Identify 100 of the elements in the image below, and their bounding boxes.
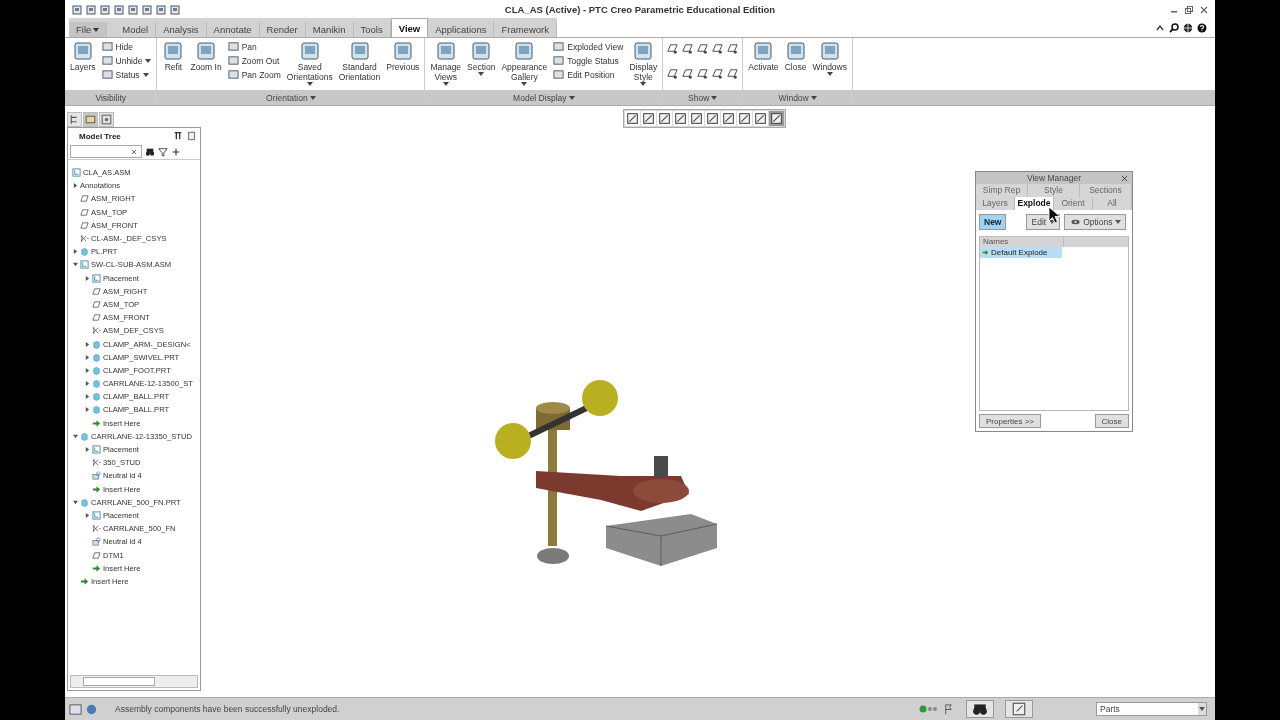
ribbon-button[interactable]: Previous: [384, 40, 422, 72]
restore-icon[interactable]: [1184, 4, 1194, 15]
view-tool-icon[interactable]: [673, 111, 688, 126]
expander-icon[interactable]: [72, 499, 78, 505]
ribbon-button[interactable]: Standard Orientation: [336, 40, 383, 82]
collapse-icon[interactable]: [1155, 23, 1165, 33]
toolbar-icon[interactable]: [99, 3, 111, 16]
ribbon-button[interactable]: Appearance Gallery: [499, 40, 550, 86]
expander-icon[interactable]: [84, 341, 90, 347]
group-label[interactable]: Show: [663, 90, 743, 105]
ribbon-button[interactable]: Activate: [746, 40, 781, 72]
ribbon-button[interactable]: Zoom In: [188, 40, 224, 72]
group-label[interactable]: Window: [743, 90, 852, 105]
toolbar-icon[interactable]: [71, 3, 83, 16]
select-box-icon[interactable]: [1005, 700, 1033, 718]
expander-icon[interactable]: [84, 381, 90, 387]
close-icon[interactable]: [1121, 174, 1128, 182]
expander-icon[interactable]: [84, 512, 90, 518]
ribbon-button[interactable]: Pan: [225, 40, 283, 53]
dialog-button[interactable]: New: [979, 214, 1007, 230]
expander-icon[interactable]: [72, 433, 78, 439]
globe-icon[interactable]: [1183, 23, 1193, 33]
expander-icon[interactable]: [72, 262, 78, 268]
group-label[interactable]: Visibility: [65, 90, 157, 105]
display-toggle-icon[interactable]: [711, 67, 725, 80]
view-tool-icon[interactable]: [705, 111, 720, 126]
expander-icon[interactable]: [72, 183, 78, 189]
ribbon-button[interactable]: Windows: [810, 40, 849, 76]
binoculars-icon[interactable]: [966, 700, 994, 718]
view-tool-icon[interactable]: [657, 111, 672, 126]
help-icon[interactable]: [1197, 23, 1207, 33]
expander-icon[interactable]: [84, 354, 90, 360]
ribbon-button[interactable]: Zoom Out: [225, 54, 283, 67]
dialog-button[interactable]: Close: [1094, 414, 1129, 428]
ribbon-button[interactable]: Close: [782, 40, 809, 72]
ribbon-button[interactable]: Display Style: [627, 40, 660, 86]
view-tool-icon[interactable]: [689, 111, 704, 126]
expander-icon[interactable]: [84, 447, 90, 453]
ribbon-tab[interactable]: Framework: [494, 22, 557, 37]
ribbon-button[interactable]: Status: [99, 68, 154, 81]
ribbon-button[interactable]: Pan Zoom: [225, 68, 283, 81]
page-icon[interactable]: [187, 131, 197, 141]
ribbon-tab[interactable]: Analysis: [156, 22, 207, 37]
view-tool-icon[interactable]: [753, 111, 768, 126]
display-toggle-icon[interactable]: [666, 42, 680, 55]
display-toggle-icon[interactable]: [726, 67, 740, 80]
display-toggle-icon[interactable]: [696, 42, 710, 55]
scrollbar[interactable]: [70, 675, 198, 688]
dialog-tab[interactable]: Explode: [1015, 197, 1054, 210]
display-toggle-icon[interactable]: [681, 67, 695, 80]
display-toggle-icon[interactable]: [666, 67, 680, 80]
expander-icon[interactable]: [72, 249, 78, 255]
folder-tab-icon[interactable]: [83, 112, 98, 127]
view-tool-icon[interactable]: [625, 111, 640, 126]
view-tool-icon[interactable]: [737, 111, 752, 126]
dialog-tab[interactable]: Sections: [1080, 184, 1132, 197]
ribbon-tab[interactable]: Model: [115, 22, 157, 37]
group-label[interactable]: Orientation: [157, 90, 425, 105]
expander-icon[interactable]: [84, 394, 90, 400]
ribbon-button[interactable]: Section: [465, 40, 498, 76]
plus-icon[interactable]: [171, 146, 181, 157]
search-icon[interactable]: [1169, 23, 1179, 33]
ribbon-button[interactable]: Layers: [68, 40, 98, 72]
ribbon-tab[interactable]: Manikin: [305, 22, 354, 37]
favorites-tab-icon[interactable]: [99, 112, 114, 127]
ribbon-tab[interactable]: File: [69, 22, 108, 37]
group-label[interactable]: Model Display: [425, 90, 663, 105]
toolbar-icon[interactable]: [141, 3, 153, 16]
view-tool-icon[interactable]: [721, 111, 736, 126]
list-item[interactable]: Default Explode: [980, 247, 1062, 258]
filter-icon[interactable]: [158, 146, 168, 157]
toolbar-icon[interactable]: [113, 3, 125, 16]
view-tool-icon[interactable]: [641, 111, 656, 126]
display-toggle-icon[interactable]: [726, 42, 740, 55]
expander-icon[interactable]: [84, 407, 90, 413]
ribbon-button[interactable]: Exploded View: [551, 40, 626, 53]
ribbon-tab[interactable]: View: [390, 18, 429, 37]
flag-icon[interactable]: [942, 702, 955, 716]
ribbon-tab[interactable]: Tools: [353, 22, 391, 37]
toolbar-icon[interactable]: [155, 3, 167, 16]
dialog-button[interactable]: Options: [1064, 214, 1127, 230]
expander-icon[interactable]: [84, 367, 90, 373]
search-field[interactable]: [70, 145, 142, 158]
binoculars-icon[interactable]: [145, 146, 155, 157]
view-tool-icon[interactable]: [769, 111, 784, 126]
display-toggle-icon[interactable]: [696, 67, 710, 80]
display-toggle-icon[interactable]: [711, 42, 725, 55]
expander-icon[interactable]: [84, 275, 90, 281]
ribbon-tab[interactable]: Annotate: [206, 22, 260, 37]
ribbon-tab[interactable]: Applications: [428, 22, 495, 37]
ribbon-button[interactable]: Edit Position: [551, 68, 626, 81]
ribbon-button[interactable]: Manage Views: [428, 40, 464, 86]
toolbar-icon[interactable]: [85, 3, 97, 16]
toolbar-icon[interactable]: [169, 3, 181, 16]
settings-icon[interactable]: [173, 131, 183, 141]
filter-dropdown[interactable]: Parts: [1096, 702, 1207, 716]
clear-icon[interactable]: [131, 148, 137, 155]
ribbon-button[interactable]: Unhide: [99, 54, 154, 67]
ribbon-button[interactable]: Refit: [160, 40, 187, 72]
ribbon-button[interactable]: Toggle Status: [551, 54, 626, 67]
